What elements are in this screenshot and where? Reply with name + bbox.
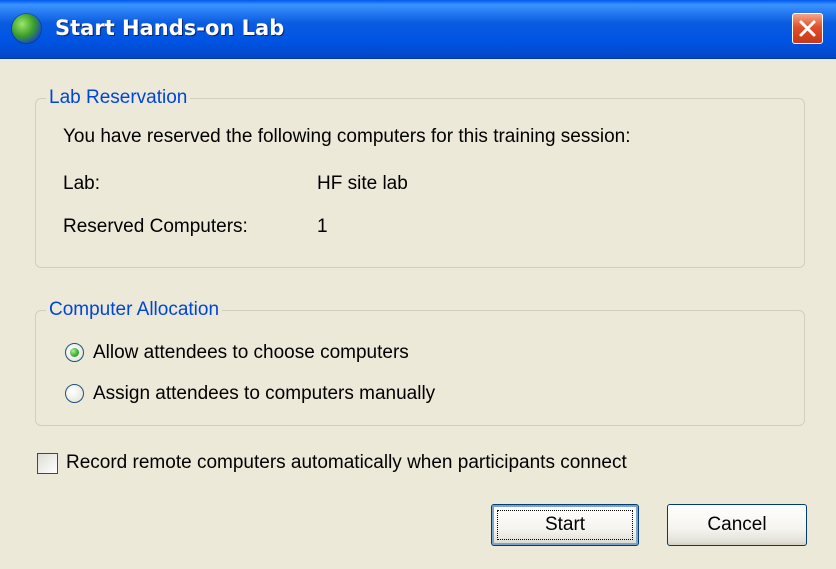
reserved-computers-label: Reserved Computers:: [63, 216, 248, 237]
computer-allocation-group: Computer Allocation: [35, 299, 805, 426]
cancel-button-label: Cancel: [707, 514, 767, 535]
lab-value: HF site lab: [317, 173, 408, 194]
lab-reservation-group: Lab Reservation: [35, 87, 805, 268]
start-button[interactable]: Start: [491, 504, 639, 546]
window-title: Start Hands-on Lab: [55, 16, 285, 40]
record-remote-label[interactable]: Record remote computers automatically wh…: [66, 452, 627, 474]
allow-choose-label[interactable]: Allow attendees to choose computers: [93, 342, 409, 364]
computer-allocation-legend: Computer Allocation: [46, 299, 223, 321]
reserved-computers-value: 1: [317, 216, 328, 237]
assign-manually-radio[interactable]: [65, 384, 84, 403]
record-remote-checkbox[interactable]: [37, 453, 58, 474]
reservation-intro: You have reserved the following computer…: [63, 126, 631, 147]
cancel-button[interactable]: Cancel: [667, 504, 807, 546]
assign-manually-label[interactable]: Assign attendees to computers manually: [93, 383, 435, 405]
close-icon: [799, 20, 816, 37]
globe-icon: [12, 14, 41, 43]
title-bar: Start Hands-on Lab: [0, 0, 836, 59]
lab-label: Lab:: [63, 173, 100, 194]
allow-choose-radio[interactable]: [65, 343, 84, 362]
lab-reservation-legend: Lab Reservation: [46, 87, 191, 109]
radio-selected-dot: [70, 348, 79, 357]
close-button[interactable]: [792, 13, 823, 44]
start-button-label: Start: [544, 514, 586, 535]
